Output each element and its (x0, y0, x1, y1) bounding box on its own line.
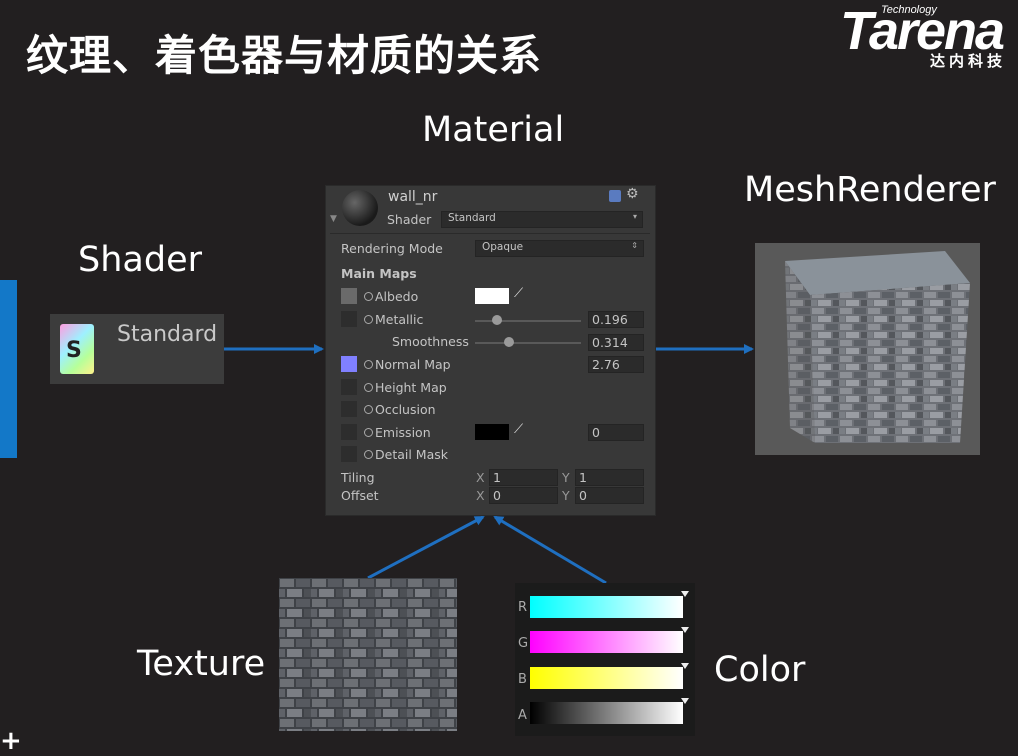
stone-texture-image (279, 578, 457, 731)
occlusion-picker-icon[interactable] (364, 405, 373, 414)
metallic-slider-handle[interactable] (492, 315, 502, 325)
emission-value: 0 (592, 425, 600, 440)
offset-x-value: 0 (493, 488, 501, 503)
color-channel-sliders: R G B A (518, 591, 689, 724)
smoothness-slider-track[interactable] (475, 342, 581, 344)
smoothness-slider-handle[interactable] (504, 337, 514, 347)
normal-map-picker-icon[interactable] (364, 360, 373, 369)
foldout-arrow-icon[interactable]: ▼ (330, 214, 337, 224)
metallic-slider-track[interactable] (475, 320, 581, 322)
rendering-mode-value: Opaque (482, 241, 524, 253)
normal-map-label: Normal Map (375, 357, 451, 372)
offset-label: Offset (341, 488, 379, 503)
dropdown-arrow-icon: ▾ (632, 212, 637, 221)
smoothness-label: Smoothness (392, 334, 469, 349)
color-channel-picker: R G B A (515, 583, 695, 736)
occlusion-slot[interactable] (341, 401, 357, 417)
shader-dropdown-value: Standard (448, 212, 496, 224)
channel-a-bar (530, 702, 683, 724)
albedo-texture-slot[interactable] (341, 288, 357, 304)
tiling-y-value: 1 (579, 470, 587, 485)
metallic-label: Metallic (375, 312, 424, 327)
metallic-value: 0.196 (592, 312, 628, 327)
albedo-picker-icon[interactable] (364, 292, 373, 301)
normal-map-slot[interactable] (341, 356, 357, 372)
material-inspector: ▼ wall_nr ⚙ Shader Standard ▾ Rendering … (325, 185, 656, 516)
dropdown-arrow-icon: ⇕ (631, 241, 638, 250)
smoothness-value: 0.314 (592, 335, 628, 350)
material-name: wall_nr (388, 189, 438, 205)
channel-b-bar (530, 667, 683, 689)
main-maps-heading: Main Maps (341, 266, 417, 281)
detail-mask-slot[interactable] (341, 446, 357, 462)
emission-slot[interactable] (341, 424, 357, 440)
offset-y-label: Y (562, 488, 570, 503)
albedo-label: Albedo (375, 289, 419, 304)
detail-mask-label: Detail Mask (375, 447, 448, 462)
channel-r-bar (530, 596, 683, 618)
eyedropper-icon[interactable]: ⟋ (514, 286, 523, 301)
smoothness-value-field[interactable]: 0.314 (588, 334, 644, 351)
arrow-texture-to-material (367, 515, 485, 580)
height-map-slot[interactable] (341, 379, 357, 395)
detail-mask-picker-icon[interactable] (364, 450, 373, 459)
offset-y-value: 0 (579, 488, 587, 503)
emission-label: Emission (375, 425, 431, 440)
tiling-y-label: Y (562, 470, 570, 485)
material-preview-sphere-icon (342, 190, 378, 226)
height-map-label: Height Map (375, 380, 447, 395)
emission-value-field[interactable]: 0 (588, 424, 644, 441)
albedo-color-swatch[interactable] (475, 288, 509, 304)
texture-swatch (279, 578, 457, 731)
mesh-renderer-preview (755, 243, 980, 455)
rendering-mode-dropdown[interactable]: Opaque ⇕ (475, 240, 644, 257)
channel-g-label: G (518, 636, 528, 651)
shader-dropdown[interactable]: Standard ▾ (441, 211, 643, 228)
tiling-x-label: X (476, 470, 485, 485)
stone-cube-image (755, 243, 980, 455)
shader-field-label: Shader (387, 212, 432, 227)
tiling-label: Tiling (341, 470, 375, 485)
tiling-y-field[interactable]: 1 (575, 469, 644, 486)
offset-y-field[interactable]: 0 (575, 487, 644, 504)
channel-a-label: A (518, 708, 527, 723)
settings-gear-icon[interactable]: ⚙ (626, 186, 639, 202)
metallic-picker-icon[interactable] (364, 315, 373, 324)
channel-b-label: B (518, 672, 527, 687)
offset-x-label: X (476, 488, 485, 503)
help-icon[interactable] (609, 190, 621, 202)
offset-x-field[interactable]: 0 (489, 487, 558, 504)
emission-color-swatch[interactable] (475, 424, 509, 440)
normal-value-field[interactable]: 2.76 (588, 356, 644, 373)
divider (330, 233, 650, 234)
metallic-texture-slot[interactable] (341, 311, 357, 327)
tiling-x-value: 1 (493, 470, 501, 485)
channel-r-label: R (518, 600, 527, 615)
eyedropper-icon[interactable]: ⟋ (514, 422, 523, 437)
emission-picker-icon[interactable] (364, 428, 373, 437)
metallic-value-field[interactable]: 0.196 (588, 311, 644, 328)
height-map-picker-icon[interactable] (364, 383, 373, 392)
rendering-mode-label: Rendering Mode (341, 241, 443, 256)
occlusion-label: Occlusion (375, 402, 436, 417)
normal-value: 2.76 (592, 357, 620, 372)
arrow-color-to-material (493, 515, 607, 585)
tiling-x-field[interactable]: 1 (489, 469, 558, 486)
channel-g-bar (530, 631, 683, 653)
